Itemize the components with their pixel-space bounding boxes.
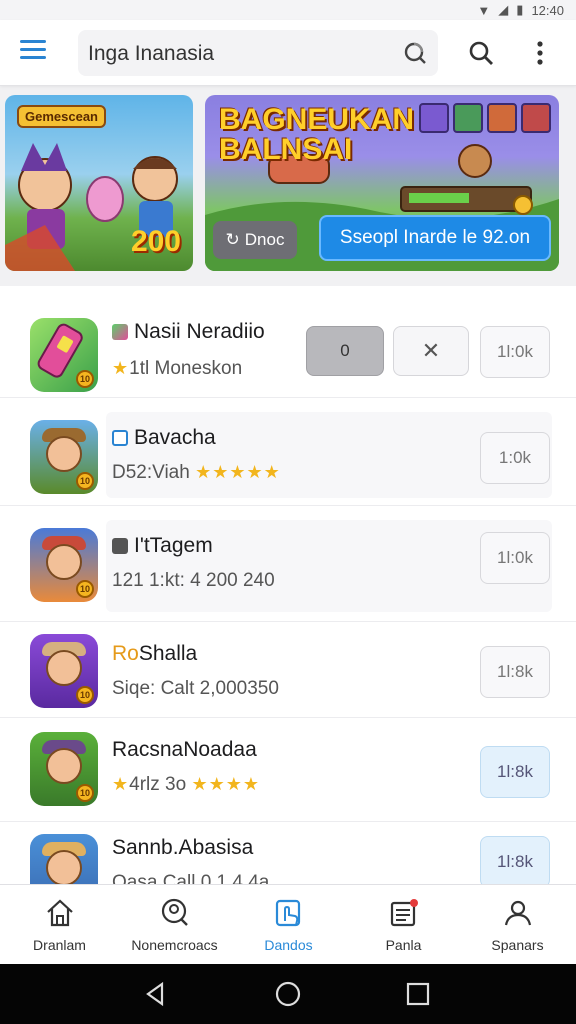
search-person-icon [161,898,188,926]
nav-item-home[interactable]: Dranlam [2,885,117,965]
people-icon [504,900,532,926]
app-icon: 10 [30,420,98,494]
app-title: RacsnaNoadaa [112,738,257,761]
size-button[interactable]: 1:0k [480,432,550,484]
size-button[interactable]: 1l:0k [480,532,550,584]
app-list: 10 Nasii Neradiio ★1tl Moneskon 0 ✕ 1l:0… [0,286,576,884]
bottom-navigation: Dranlam Nonemcroacs Dandos Panla Spanars [0,884,576,964]
app-icon [30,834,98,884]
app-subtitle: ★4rlz 3o ★★★★ [112,774,260,795]
coin-badge: 10 [76,686,94,704]
news-icon [390,899,418,927]
app-subtitle: D52:Viah ★★★★★ [112,462,281,483]
app-title: Bavacha [112,426,216,450]
lens-icon[interactable] [402,40,428,66]
toggle-button[interactable]: 0 [306,326,384,376]
status-bar: ▼ ◢ ▮ 12:40 [0,0,576,20]
rating-stars: ★★★★ [191,774,260,794]
size-button[interactable]: 1l:8k [480,646,550,698]
app-subtitle: 121 1:kt: 4 200 240 [112,570,275,591]
list-item[interactable]: 10 I'tTagem 121 1:kt: 4 200 240 1l:0k [0,506,576,622]
promo-banner-left[interactable]: Gemescean 200 [5,95,193,271]
nav-item-discover[interactable]: Nonemcroacs [117,885,232,965]
app-category-icon [112,430,128,446]
coin-badge: 10 [76,472,94,490]
system-navigation-bar [0,964,576,1024]
recents-icon[interactable] [404,980,432,1008]
star-icon: ★ [112,358,130,378]
app-bar: Inga Inanasia [0,20,576,86]
banner-carousel: Gemescean 200 BAGNEUKAN BALNSAI ↻ Dnoc S… [0,86,576,286]
rating-stars: ★★★★★ [195,462,281,482]
app-icon: 10 [30,732,98,806]
back-icon[interactable] [142,980,170,1008]
more-vert-icon[interactable] [526,38,556,68]
banner-number: 200 [130,225,181,258]
menu-button[interactable] [20,40,52,66]
list-item[interactable]: 10 Bavacha D52:Viah ★★★★★ 1:0k [0,398,576,506]
app-subtitle: ★1tl Moneskon [112,358,243,379]
banner-chip-label: Dnoc [244,230,285,249]
close-icon: ✕ [421,338,441,363]
app-category-icon [112,324,128,340]
app-icon: 10 [30,528,98,602]
banner-chip-button[interactable]: ↻ Dnoc [213,221,297,259]
app-title: I'tTagem [112,534,213,558]
status-time: 12:40 [531,2,564,18]
home-icon [47,899,73,927]
nav-item-people[interactable]: Spanars [460,885,575,965]
battery-icon: ▮ [516,2,524,17]
menu-icon [20,40,46,43]
size-button[interactable]: 1l:8k [480,746,550,798]
app-icon: 10 [30,318,98,392]
app-title: Nasii Neradiio [112,320,265,344]
coin-badge: 10 [76,784,94,802]
signal-icon: ◢ [498,2,509,17]
promo-banner-right[interactable]: BAGNEUKAN BALNSAI ↻ Dnoc Sseopl Inarde l… [205,95,559,271]
app-title: RoShalla [112,642,198,665]
app-subtitle: Qasa Call 0.1 4 4a [112,872,270,884]
search-icon[interactable] [466,38,496,68]
coin-badge: 10 [76,580,94,598]
list-item[interactable]: Sannb.Abasisa Qasa Call 0.1 4 4a 1l:8k [0,822,576,884]
search-text: Inga Inanasia [88,42,215,65]
nav-item-news[interactable]: Panla [346,885,461,965]
list-item[interactable]: 10 RacsnaNoadaa ★4rlz 3o ★★★★ 1l:8k [0,718,576,822]
app-subtitle: Siqe: Calt 2,000350 [112,678,279,699]
dismiss-button[interactable]: ✕ [393,326,469,376]
star-icon: ★ [112,774,130,794]
app-icon: 10 [30,634,98,708]
wifi-icon: ▼ [477,2,491,18]
banner-tag: Gemescean [17,105,106,128]
nav-item-dandos[interactable]: Dandos [231,885,346,965]
banner-title: BAGNEUKAN BALNSAI [219,103,414,166]
size-button[interactable]: 1l:8k [480,836,550,884]
banner-thumbnails [419,103,551,133]
search-field[interactable]: Inga Inanasia [78,30,438,76]
list-item[interactable]: 10 Nasii Neradiio ★1tl Moneskon 0 ✕ 1l:0… [0,286,576,398]
banner-cta-button[interactable]: Sseopl Inarde le 92.on [319,215,551,261]
app-category-icon [112,538,128,554]
touch-icon [275,899,301,927]
home-circle-icon[interactable] [274,980,302,1008]
refresh-icon: ↻ [225,230,240,249]
coin-badge: 10 [76,370,94,388]
list-item[interactable]: 10 RoShalla Siqe: Calt 2,000350 1l:8k [0,622,576,718]
app-title: Sannb.Abasisa [112,836,254,859]
size-button[interactable]: 1l:0k [480,326,550,378]
